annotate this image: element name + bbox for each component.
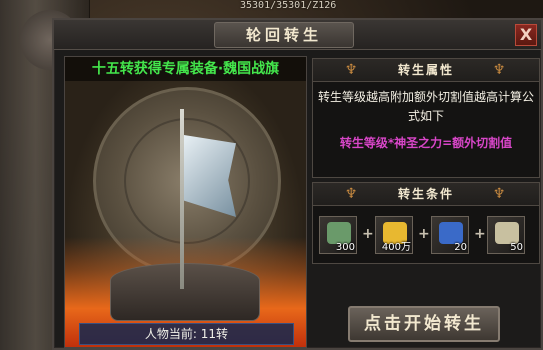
- hud-stats: 35301/35301/Z126: [240, 0, 337, 11]
- item-quantity: 300: [335, 242, 355, 253]
- attributes-header: ♆ 转生属性 ♆: [312, 58, 540, 82]
- wing-left-icon: ♆: [344, 62, 360, 78]
- rebirth-formula: 转生等级*神圣之力=额外切割值: [339, 136, 513, 150]
- item-quantity: 20: [454, 242, 467, 253]
- window-title: 轮回转生: [214, 22, 354, 48]
- start-rebirth-button[interactable]: 点击开始转生: [348, 306, 500, 342]
- equipment-preview: 十五转获得专属装备·魏国战旗 人物当前: 11转: [64, 56, 307, 348]
- character-level: 人物当前: 11转: [79, 323, 294, 345]
- item-quantity: 400万: [381, 242, 411, 253]
- plus-icon: +: [418, 226, 430, 242]
- attributes-header-label: 转生属性: [397, 63, 454, 77]
- stone-pedestal: [110, 263, 260, 321]
- required-item-book[interactable]: 20: [431, 216, 469, 254]
- conditions-box: 300 + 400万 + 20 + 50: [312, 206, 540, 264]
- gem-pile-icon: [495, 222, 519, 244]
- required-item-jade[interactable]: 300: [319, 216, 357, 254]
- conditions-header: ♆ 转生条件 ♆: [312, 182, 540, 206]
- plus-icon: +: [362, 226, 374, 242]
- wing-right-icon: ♆: [492, 62, 508, 78]
- equipment-title: 十五转获得专属装备·魏国战旗: [65, 57, 306, 81]
- attributes-description: 转生等级越高附加额外切割值越高计算公式如下: [317, 90, 534, 123]
- war-banner-pole: [180, 109, 184, 289]
- required-item-gold[interactable]: 400万: [375, 216, 413, 254]
- close-button[interactable]: X: [515, 24, 537, 46]
- rebirth-panel: 轮回转生 X 十五转获得专属装备·魏国战旗 人物当前: 11转 ♆ 转生属性 ♆…: [52, 18, 543, 350]
- jade-ore-icon: [327, 222, 351, 244]
- required-item-gems[interactable]: 50: [487, 216, 525, 254]
- wing-right-icon: ♆: [492, 186, 508, 202]
- title-bar[interactable]: 轮回转生 X: [54, 20, 541, 50]
- plus-icon: +: [474, 226, 486, 242]
- attributes-box: 转生等级越高附加额外切割值越高计算公式如下 转生等级*神圣之力=额外切割值: [312, 82, 540, 178]
- blue-book-icon: [439, 222, 463, 244]
- conditions-header-label: 转生条件: [397, 187, 454, 201]
- info-column: ♆ 转生属性 ♆ 转生等级越高附加额外切割值越高计算公式如下 转生等级*神圣之力…: [312, 58, 540, 342]
- item-quantity: 50: [510, 242, 523, 253]
- wing-left-icon: ♆: [344, 186, 360, 202]
